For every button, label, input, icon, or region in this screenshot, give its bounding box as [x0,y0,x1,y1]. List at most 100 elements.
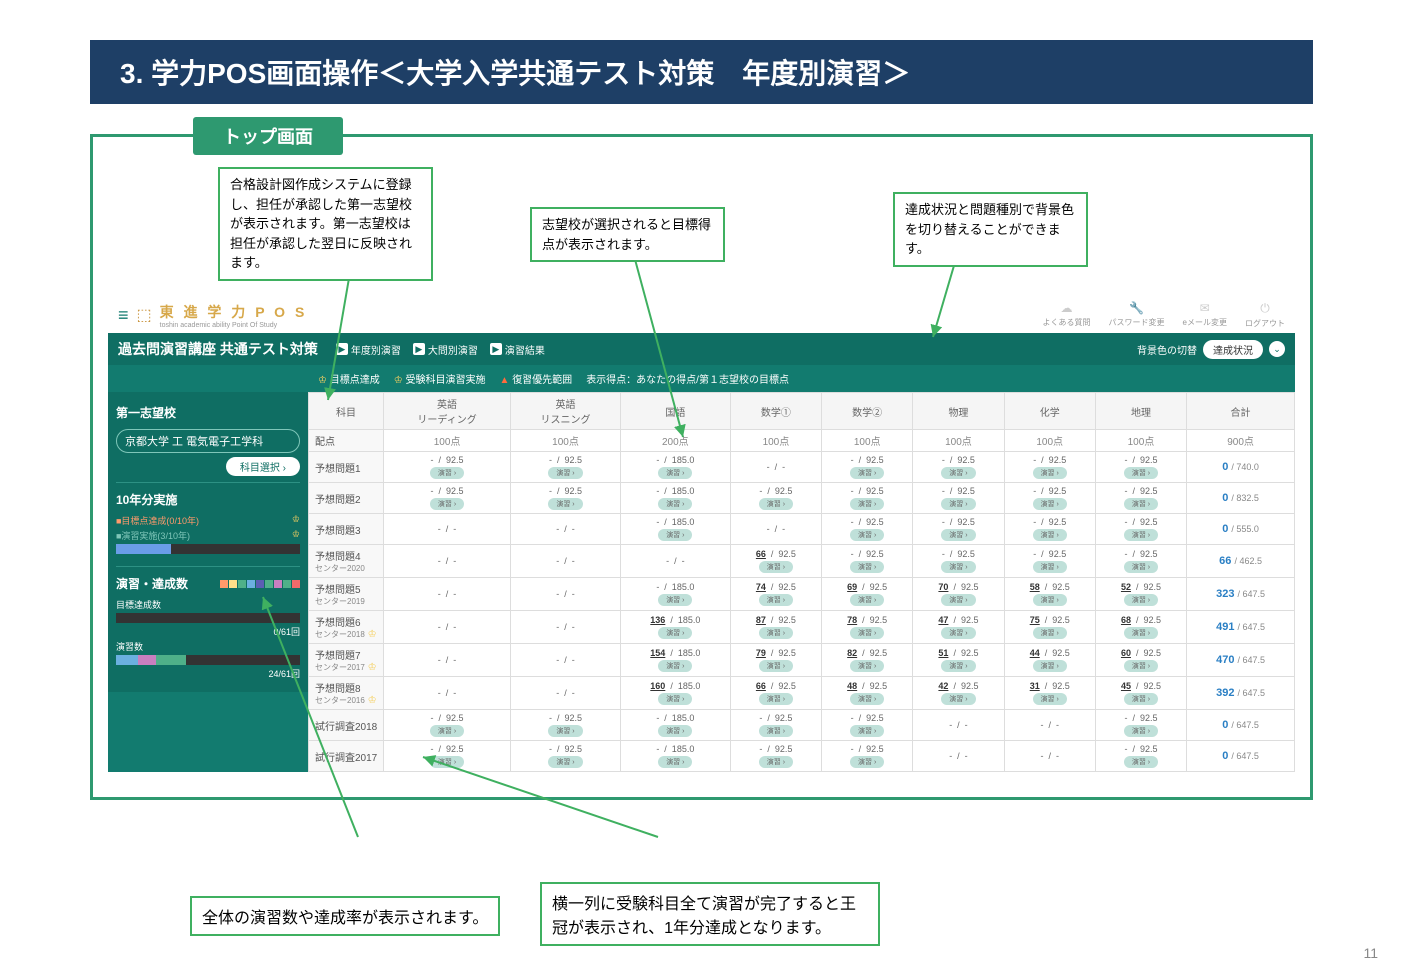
score-cell[interactable]: - / 92.5演習 › [822,741,913,772]
score-cell[interactable]: - / - [511,644,621,677]
score-cell[interactable]: - / - [511,677,621,710]
score-cell[interactable]: - / - [620,545,730,578]
score-cell[interactable]: - / 92.5演習 › [822,710,913,741]
score-cell[interactable]: 75 / 92.5演習 › [1004,611,1095,644]
score-cell[interactable]: 66 / 92.5演習 › [730,677,821,710]
score-cell[interactable]: 44 / 92.5演習 › [1004,644,1095,677]
school-box[interactable]: 京都大学 工 電気電子工学科 [116,429,300,453]
score-cell[interactable]: - / - [730,514,821,545]
score-cell[interactable]: - / 92.5演習 › [511,741,621,772]
score-cell[interactable]: - / 92.5演習 › [1095,710,1186,741]
icon-password[interactable]: 🔧パスワード変更 [1109,301,1165,329]
score-cell[interactable]: 78 / 92.5演習 › [822,611,913,644]
row-name: 予想問題7センター2017 ♔ [309,644,384,677]
score-cell[interactable]: 60 / 92.5演習 › [1095,644,1186,677]
score-cell[interactable]: - / - [511,611,621,644]
tab-daimon[interactable]: ▶大問別演習 [413,342,478,357]
score-cell[interactable]: - / 92.5演習 › [913,514,1004,545]
score-cell[interactable]: 58 / 92.5演習 › [1004,578,1095,611]
icon-email[interactable]: ✉eメール変更 [1183,301,1227,329]
row-name: 試行調査2018 [309,710,384,741]
score-cell[interactable]: - / 92.5演習 › [822,483,913,514]
score-cell[interactable]: - / - [730,452,821,483]
score-cell[interactable]: - / - [384,578,511,611]
score-cell[interactable]: 74 / 92.5演習 › [730,578,821,611]
score-cell[interactable]: - / 92.5演習 › [730,710,821,741]
score-cell[interactable]: - / - [913,710,1004,741]
score-cell[interactable]: - / 92.5演習 › [1004,452,1095,483]
score-cell[interactable]: - / - [384,644,511,677]
score-cell[interactable]: 154 / 185.0演習 › [620,644,730,677]
score-cell[interactable]: 69 / 92.5演習 › [822,578,913,611]
score-cell[interactable]: - / - [913,741,1004,772]
score-cell[interactable]: - / - [1004,710,1095,741]
score-cell[interactable]: - / 92.5演習 › [384,710,511,741]
score-cell[interactable]: 82 / 92.5演習 › [822,644,913,677]
score-cell[interactable]: - / - [384,677,511,710]
col-header: 合計 [1187,393,1295,430]
haiten-cell: 100点 [511,430,621,452]
score-cell[interactable]: - / 185.0演習 › [620,514,730,545]
score-cell[interactable]: 136 / 185.0演習 › [620,611,730,644]
score-cell[interactable]: - / 185.0演習 › [620,452,730,483]
score-cell[interactable]: - / 92.5演習 › [730,741,821,772]
score-cell[interactable]: - / 92.5演習 › [822,452,913,483]
score-cell[interactable]: - / 92.5演習 › [1004,514,1095,545]
icon-logout[interactable]: ⏻ログアウト [1245,301,1285,329]
haiten-label: 配点 [309,430,384,452]
score-cell[interactable]: - / - [1004,741,1095,772]
score-cell[interactable]: 66 / 92.5演習 › [730,545,821,578]
score-cell[interactable]: - / - [511,514,621,545]
score-cell[interactable]: - / 92.5演習 › [511,483,621,514]
score-cell[interactable]: - / 92.5演習 › [1095,452,1186,483]
score-cell[interactable]: 42 / 92.5演習 › [913,677,1004,710]
col-header: 国語 [620,393,730,430]
score-cell[interactable]: - / 185.0演習 › [620,578,730,611]
score-cell[interactable]: - / 92.5演習 › [822,514,913,545]
col-header: 化学 [1004,393,1095,430]
score-cell[interactable]: - / 92.5演習 › [511,710,621,741]
tab-year[interactable]: ▶年度別演習 [336,342,401,357]
score-cell[interactable]: - / 185.0演習 › [620,741,730,772]
row-name: 予想問題1 [309,452,384,483]
score-cell[interactable]: 68 / 92.5演習 › [1095,611,1186,644]
score-cell[interactable]: - / 92.5演習 › [913,483,1004,514]
score-cell[interactable]: - / - [511,545,621,578]
score-cell[interactable]: - / 92.5演習 › [511,452,621,483]
total-cell: 0 / 832.5 [1187,483,1295,514]
score-cell[interactable]: - / 92.5演習 › [1004,483,1095,514]
score-cell[interactable]: 51 / 92.5演習 › [913,644,1004,677]
score-cell[interactable]: - / 92.5演習 › [730,483,821,514]
score-cell[interactable]: - / - [384,514,511,545]
score-cell[interactable]: - / 92.5演習 › [384,483,511,514]
score-cell[interactable]: - / 92.5演習 › [1004,545,1095,578]
score-cell[interactable]: 48 / 92.5演習 › [822,677,913,710]
hamburger-icon[interactable]: ≡ [118,305,129,326]
score-cell[interactable]: - / 92.5演習 › [384,452,511,483]
score-cell[interactable]: - / 185.0演習 › [620,710,730,741]
score-cell[interactable]: 70 / 92.5演習 › [913,578,1004,611]
score-cell[interactable]: - / 92.5演習 › [1095,545,1186,578]
score-cell[interactable]: - / 92.5演習 › [913,545,1004,578]
score-cell[interactable]: - / 185.0演習 › [620,483,730,514]
score-cell[interactable]: 47 / 92.5演習 › [913,611,1004,644]
tab-result[interactable]: ▶演習結果 [490,342,545,357]
score-cell[interactable]: 45 / 92.5演習 › [1095,677,1186,710]
score-cell[interactable]: - / 92.5演習 › [1095,514,1186,545]
score-cell[interactable]: - / 92.5演習 › [913,452,1004,483]
subject-select-button[interactable]: 科目選択 › [226,457,300,476]
score-cell[interactable]: 87 / 92.5演習 › [730,611,821,644]
score-cell[interactable]: 160 / 185.0演習 › [620,677,730,710]
score-cell[interactable]: 79 / 92.5演習 › [730,644,821,677]
score-cell[interactable]: 31 / 92.5演習 › [1004,677,1095,710]
score-cell[interactable]: - / 92.5演習 › [1095,741,1186,772]
score-cell[interactable]: - / - [384,611,511,644]
score-cell[interactable]: - / - [384,545,511,578]
bg-toggle[interactable]: 背景色の切替 達成状況 ⌄ [1137,340,1285,359]
icon-faq[interactable]: ☁よくある質問 [1043,301,1091,329]
score-cell[interactable]: 52 / 92.5演習 › [1095,578,1186,611]
score-cell[interactable]: - / 92.5演習 › [822,545,913,578]
score-cell[interactable]: - / - [511,578,621,611]
score-cell[interactable]: - / 92.5演習 › [1095,483,1186,514]
score-cell[interactable]: - / 92.5演習 › [384,741,511,772]
